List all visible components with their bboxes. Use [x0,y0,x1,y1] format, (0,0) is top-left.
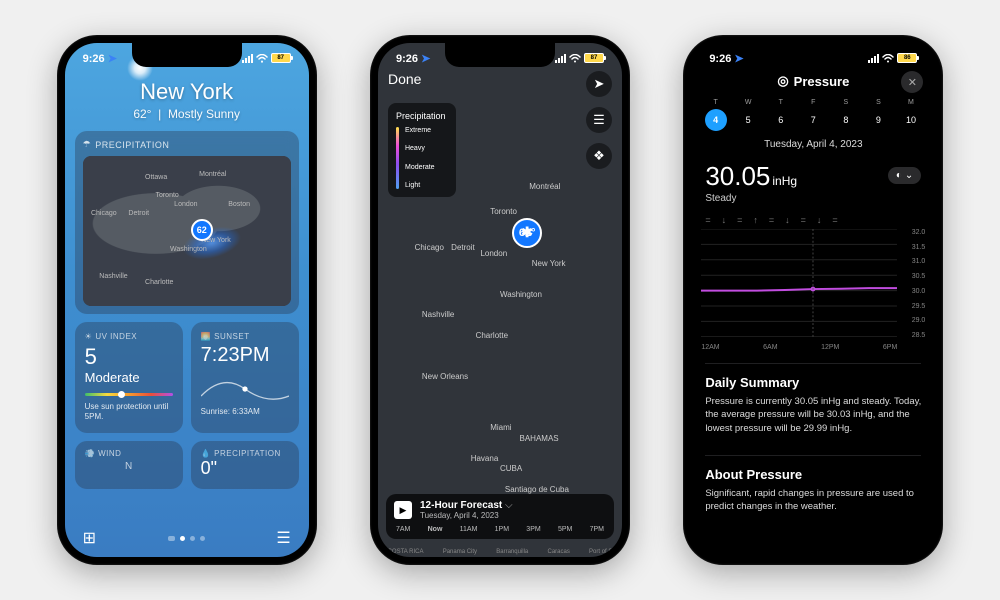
list-button[interactable]: ☰ [586,107,612,133]
pressure-chart[interactable]: 32.031.531.030.530.029.529.028.5 12AM6AM… [701,229,925,339]
map-pin[interactable]: 62° ✱ [512,218,542,248]
forecast-timeline-panel[interactable]: ▶ 12-Hour Forecast ⌵ Tuesday, April 4, 2… [386,494,614,539]
phone-weather-map: 9:26 ➤ 87 Montréal Toronto Chicago Detro… [370,35,630,565]
hourly-timeline[interactable]: 7AM Now 11AM 1PM 3PM 5PM 7PM [394,526,606,533]
pressure-value: 30.05inHg [705,161,797,192]
daily-summary-section: Daily Summary Pressure is currently 30.0… [705,375,921,435]
precipitation-map-card[interactable]: ☂PRECIPITATION Ottawa Montréal Toronto C… [75,131,299,314]
day-9[interactable]: S9 [867,99,889,131]
battery-icon: 87 [584,53,604,63]
chevron-down-icon: ⌄ [905,170,913,181]
pressure-trend: Steady [705,193,736,204]
map-pin[interactable]: 62 [191,219,213,241]
layers-button[interactable]: ❖ [586,143,612,169]
wind-tile[interactable]: 💨WIND N [75,441,183,489]
uv-index-tile[interactable]: ☀UV INDEX 5 Moderate Use sun protection … [75,322,183,433]
trend-arrows: = ↓ = ↑ = ↓ = ↓ = [705,215,885,225]
droplet-icon: 💧 [201,449,211,458]
day-4[interactable]: T4 [705,99,727,131]
sun-arc [201,377,289,401]
status-time: 9:26 [83,53,105,65]
location-icon: ➤ [734,53,743,65]
phone-weather-home: 9:26 ➤ 87 New York 62° | Mostly Sunny ☂P… [57,35,317,565]
page-title: ◎ Pressure [691,73,935,89]
sunset-tile[interactable]: 🌅SUNSET 7:23PM Sunrise: 6:33AM [191,322,299,433]
about-pressure-section: About Pressure Significant, rapid change… [705,467,921,514]
battery-icon: 86 [897,53,917,63]
tab-bar: ⊞ ☰ [65,519,309,557]
location-icon: ➤ [108,53,117,65]
map-preview[interactable]: Ottawa Montréal Toronto Chicago Detroit … [83,156,291,306]
map-bottom-labels: COSTA RICA Panama City Barranquilla Cara… [378,549,622,555]
phone-pressure-detail: 9:26 ➤ 86 ◎ Pressure ✕ T4W5T6F7S8S9M10 T… [683,35,943,565]
cell-signal-icon [868,54,879,63]
list-icon[interactable]: ☰ [276,528,290,548]
battery-icon: 87 [271,53,291,63]
gauge-icon: ◎ [777,73,788,89]
day-10[interactable]: M10 [900,99,922,131]
wifi-icon [256,54,268,63]
day-7[interactable]: F7 [802,99,824,131]
notch [445,43,555,67]
location-subtitle: 62° | Mostly Sunny [75,107,299,121]
sunset-icon: 🌅 [201,332,211,341]
wifi-icon [569,54,581,63]
cell-signal-icon [555,54,566,63]
location-icon: ➤ [421,53,430,65]
selected-date: Tuesday, April 4, 2023 [691,139,935,150]
precipitation-tile[interactable]: 💧PRECIPITATION 0" [191,441,299,489]
locate-button[interactable]: ➤ [586,71,612,97]
chevron-icon[interactable]: ⌵ [505,500,513,511]
map-icon[interactable]: ⊞ [83,528,96,548]
wifi-icon [882,54,894,63]
day-8[interactable]: S8 [835,99,857,131]
notch [758,43,868,67]
chart-options-button[interactable]: ◐⌄ [888,167,921,184]
play-button[interactable]: ▶ [394,501,412,519]
uv-scale-bar [85,393,173,396]
cell-signal-icon [242,54,253,63]
sun-icon: ☀ [85,332,93,341]
location-title[interactable]: New York [75,79,299,105]
page-dots[interactable] [168,536,205,541]
day-selector[interactable]: T4 W5 T6 F7 S8 S9 M10 [691,99,935,131]
done-button[interactable]: Done [388,71,421,87]
day-6[interactable]: T6 [770,99,792,131]
wind-icon: 💨 [85,449,95,458]
umbrella-icon: ☂ [83,139,92,150]
day-5[interactable]: W5 [737,99,759,131]
notch [132,43,242,67]
